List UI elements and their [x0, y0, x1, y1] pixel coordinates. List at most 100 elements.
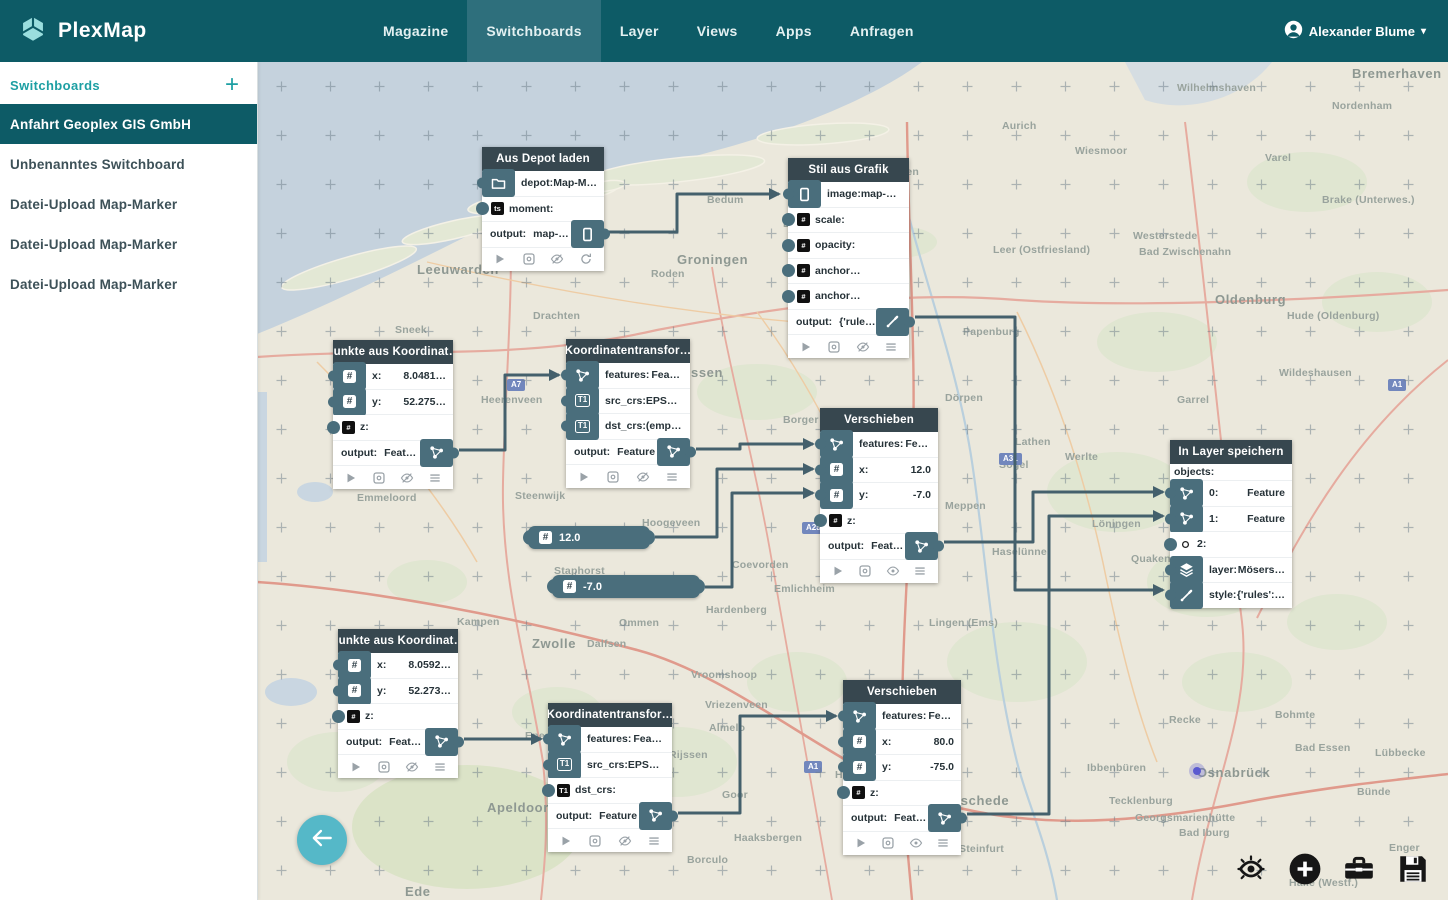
- row-value[interactable]: 12.0: [911, 464, 938, 476]
- box-icon[interactable]: [881, 836, 895, 850]
- port-feature-out[interactable]: [905, 532, 938, 560]
- port-text-in[interactable]: T1: [566, 412, 599, 440]
- row-value[interactable]: map-m…: [533, 228, 571, 240]
- list-icon[interactable]: [433, 760, 447, 774]
- port-feature-in[interactable]: [1170, 505, 1203, 533]
- sidebar-item[interactable]: Anfahrt Geoplex GIS GmbH: [0, 104, 257, 144]
- port-hash-in[interactable]: #: [338, 651, 371, 679]
- back-button[interactable]: [297, 815, 347, 865]
- node-koord1[interactable]: Koordinatentransfor…features:FeatureT1sr…: [566, 339, 690, 488]
- play-icon[interactable]: [559, 834, 573, 848]
- sidebar-item[interactable]: Datei-Upload Map-Marker: [0, 224, 257, 264]
- nav-item-magazine[interactable]: Magazine: [364, 0, 467, 62]
- eye-off-icon[interactable]: [636, 470, 650, 484]
- nav-item-apps[interactable]: Apps: [757, 0, 831, 62]
- port-hash-in[interactable]: #: [332, 710, 360, 723]
- row-value[interactable]: {'rules':…: [1237, 589, 1292, 601]
- nav-item-views[interactable]: Views: [678, 0, 757, 62]
- sidebar-item[interactable]: Datei-Upload Map-Marker: [0, 264, 257, 304]
- node-title[interactable]: Koordinatentransfor…: [548, 703, 672, 727]
- port-hash-in[interactable]: #: [338, 677, 371, 705]
- sidebar-item[interactable]: Unbenanntes Switchboard: [0, 144, 257, 184]
- port-file-in[interactable]: [788, 180, 821, 208]
- row-value[interactable]: {'rules':…: [839, 316, 876, 328]
- box-icon[interactable]: [372, 471, 386, 485]
- box-icon[interactable]: [588, 834, 602, 848]
- play-icon[interactable]: [349, 760, 363, 774]
- play-icon[interactable]: [831, 564, 845, 578]
- port-hash-in[interactable]: #: [820, 481, 853, 509]
- row-value[interactable]: 80.0: [934, 736, 961, 748]
- port-ring-in[interactable]: [1164, 538, 1192, 551]
- list-icon[interactable]: [665, 470, 679, 484]
- play-icon[interactable]: [799, 340, 813, 354]
- save-button[interactable]: [1396, 852, 1430, 886]
- node-punkte1[interactable]: Punkte aus Koordinat…#x:8.0481…#y:52.275…: [333, 340, 453, 489]
- row-value[interactable]: Feature: [1247, 513, 1292, 525]
- node-title[interactable]: Verschieben: [820, 408, 938, 432]
- row-value[interactable]: 52.273…: [408, 685, 458, 697]
- chip-value[interactable]: -7.0: [583, 581, 602, 593]
- node-title[interactable]: Aus Depot laden: [482, 147, 604, 171]
- row-value[interactable]: Mösers…: [1238, 564, 1292, 576]
- port-feature-in[interactable]: [1170, 479, 1203, 507]
- switchboard-canvas[interactable]: BremerhavenWilhelmshavenNordenhamAurichW…: [257, 62, 1448, 900]
- port-feature-out[interactable]: [420, 439, 453, 467]
- port-brush-in[interactable]: [1170, 581, 1203, 609]
- box-icon[interactable]: [606, 470, 620, 484]
- eye-off-icon[interactable]: [618, 834, 632, 848]
- row-value[interactable]: Feature: [633, 733, 672, 745]
- eye-icon[interactable]: [909, 836, 923, 850]
- row-value[interactable]: -7.0: [913, 489, 938, 501]
- row-value[interactable]: Feature: [599, 810, 637, 822]
- nav-item-switchboards[interactable]: Switchboards: [467, 0, 600, 62]
- port-file-out[interactable]: [571, 220, 604, 248]
- row-value[interactable]: 8.0481…: [403, 370, 453, 382]
- port-feature-in[interactable]: [566, 361, 599, 389]
- eye-icon[interactable]: [886, 564, 900, 578]
- row-value[interactable]: Feature: [1247, 487, 1292, 499]
- port-feature-out[interactable]: [639, 802, 672, 830]
- add-switchboard-button[interactable]: +: [225, 76, 239, 94]
- node-title[interactable]: Punkte aus Koordinat…: [338, 629, 458, 653]
- row-value[interactable]: Feature: [389, 736, 425, 748]
- box-icon[interactable]: [377, 760, 391, 774]
- node-title[interactable]: Stil aus Grafik: [788, 158, 909, 182]
- nav-item-layer[interactable]: Layer: [601, 0, 678, 62]
- sidebar-item[interactable]: Datei-Upload Map-Marker: [0, 184, 257, 224]
- port-feature-out[interactable]: [425, 728, 458, 756]
- row-value[interactable]: map-m…: [861, 188, 909, 200]
- play-icon[interactable]: [493, 252, 507, 266]
- chip-value[interactable]: 12.0: [559, 532, 580, 544]
- eye-off-icon[interactable]: [400, 471, 414, 485]
- port-text-in[interactable]: T1: [548, 751, 581, 779]
- port-hash-in[interactable]: #: [333, 388, 366, 416]
- eye-off-icon[interactable]: [550, 252, 564, 266]
- eye-off-icon[interactable]: [856, 340, 870, 354]
- port-feature-in[interactable]: [548, 725, 581, 753]
- port-hash-in[interactable]: #: [782, 213, 810, 226]
- port-hash-in[interactable]: #: [782, 264, 810, 277]
- row-value[interactable]: Feature: [905, 438, 938, 450]
- port-feature-in[interactable]: [820, 430, 853, 458]
- list-icon[interactable]: [647, 834, 661, 848]
- row-value[interactable]: EPSG:…: [646, 395, 690, 407]
- node-layer[interactable]: In Layer speichernobjects:0:Feature1:Fea…: [1170, 440, 1292, 608]
- value-chip[interactable]: #-7.0: [552, 575, 700, 598]
- play-icon[interactable]: [344, 471, 358, 485]
- list-icon[interactable]: [913, 564, 927, 578]
- node-title[interactable]: Koordinatentransfor…: [566, 339, 690, 363]
- row-value[interactable]: -75.0: [930, 761, 961, 773]
- row-value[interactable]: Feature: [384, 447, 420, 459]
- box-icon[interactable]: [827, 340, 841, 354]
- port-hash-in[interactable]: #: [782, 290, 810, 303]
- row-value[interactable]: Feature: [617, 446, 655, 458]
- port-hash-in[interactable]: #: [327, 421, 355, 434]
- node-versch2[interactable]: Verschiebenfeatures:Feature#x:80.0#y:-75…: [843, 680, 961, 855]
- node-title[interactable]: Punkte aus Koordinat…: [333, 340, 453, 364]
- refresh-icon[interactable]: [579, 252, 593, 266]
- port-hash-in[interactable]: #: [843, 728, 876, 756]
- nav-item-anfragen[interactable]: Anfragen: [831, 0, 933, 62]
- port-feature-out[interactable]: [928, 804, 961, 832]
- row-value[interactable]: Feature: [871, 540, 905, 552]
